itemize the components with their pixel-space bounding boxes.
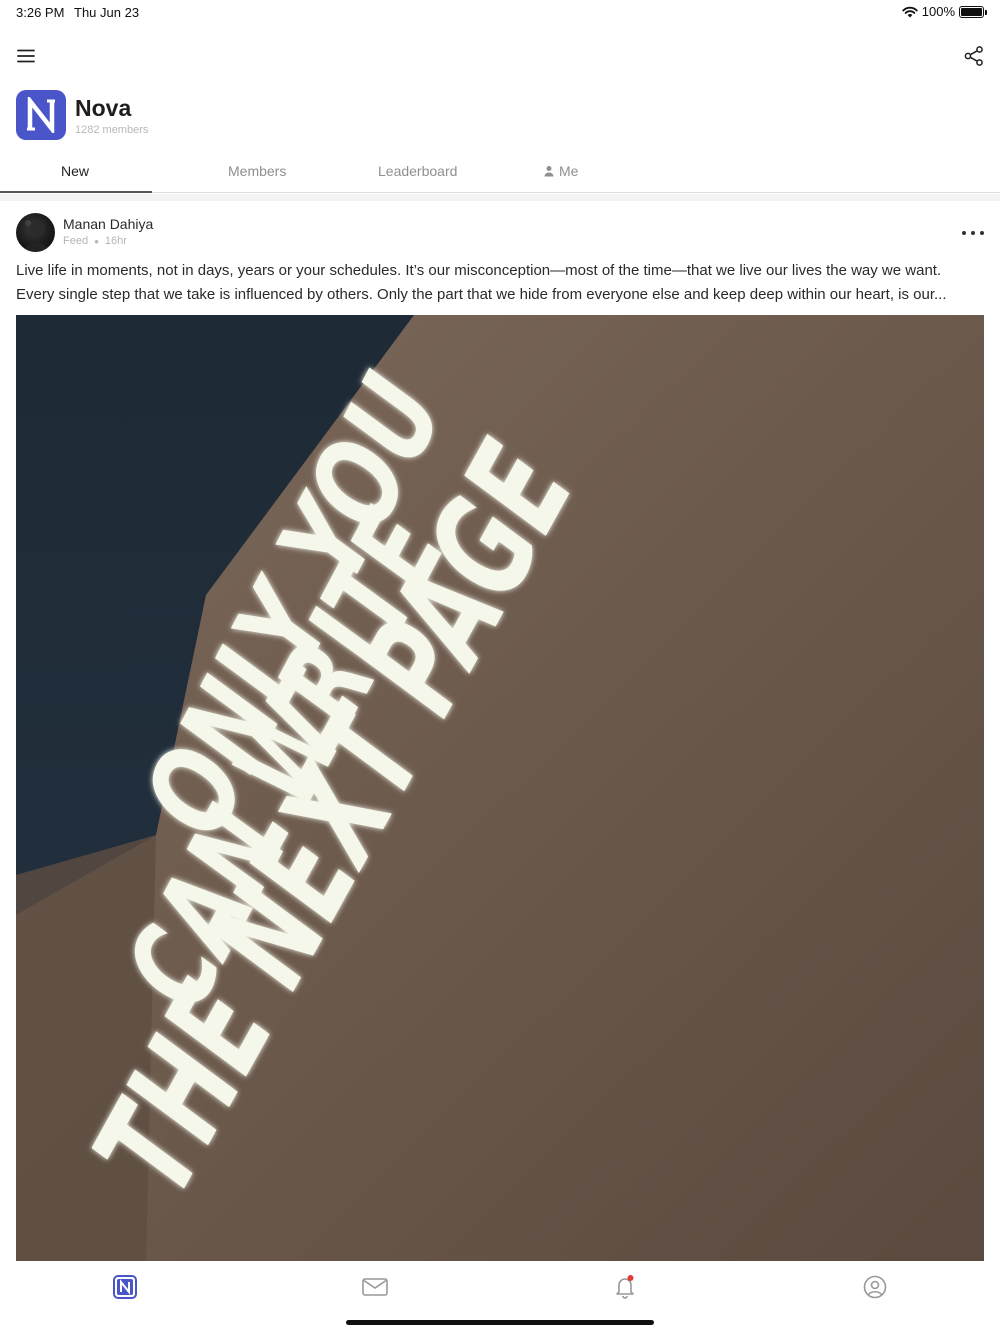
active-tab-indicator xyxy=(0,191,152,193)
status-time: 3:26 PM xyxy=(16,5,65,20)
tab-new[interactable]: New xyxy=(61,163,89,179)
battery-fill xyxy=(961,7,982,16)
nav-messages-button[interactable] xyxy=(362,1274,388,1300)
nav-notifications-button[interactable] xyxy=(612,1274,638,1300)
status-right: 100% xyxy=(902,4,987,19)
nova-logo-icon xyxy=(27,97,55,133)
avatar[interactable] xyxy=(16,213,55,252)
post-author-name[interactable]: Manan Dahiya xyxy=(63,216,153,232)
tab-me[interactable]: Me xyxy=(544,163,578,179)
post-image[interactable]: ONLY YOU CAN WRITE THE NEXT PAGE xyxy=(16,315,984,1261)
user-circle-icon xyxy=(863,1275,887,1299)
group-name: Nova xyxy=(75,95,132,121)
person-icon xyxy=(544,166,554,177)
nav-home-button[interactable] xyxy=(112,1274,138,1300)
hamburger-icon[interactable] xyxy=(14,44,38,68)
tab-leaderboard[interactable]: Leaderboard xyxy=(378,163,457,179)
tab-members[interactable]: Members xyxy=(228,163,286,179)
group-logo xyxy=(16,90,66,140)
post-body-line: Live life in moments, not in days, years… xyxy=(16,262,942,279)
notification-badge xyxy=(627,1275,634,1281)
mail-icon xyxy=(362,1278,388,1296)
bell-icon xyxy=(616,1275,634,1299)
meta-separator-dot: ● xyxy=(94,236,99,246)
post-body[interactable]: Live life in moments, not in days, years… xyxy=(16,259,986,307)
tab-me-label: Me xyxy=(559,163,579,179)
group-header: Nova 1282 members xyxy=(16,89,148,141)
battery-percent: 100% xyxy=(921,4,955,19)
post-time: 16hr xyxy=(104,235,127,247)
post-meta: Feed ● 16hr xyxy=(63,235,127,247)
nav-profile-button[interactable] xyxy=(862,1274,888,1300)
more-options-icon[interactable] xyxy=(962,225,984,241)
status-bar: 3:26 PM Thu Jun 23 100% xyxy=(0,0,1000,24)
post-body-line: Every single step that we take is influe… xyxy=(16,286,947,303)
group-tabs: New Members Leaderboard Me xyxy=(0,155,1000,193)
share-icon[interactable] xyxy=(962,44,986,68)
post-channel[interactable]: Feed xyxy=(63,235,88,247)
nova-logo-icon xyxy=(113,1275,137,1299)
group-member-count[interactable]: 1282 members xyxy=(75,124,148,136)
section-divider xyxy=(0,194,1000,201)
post-header: Manan Dahiya Feed ● 16hr xyxy=(16,213,986,253)
top-bar xyxy=(0,40,1000,74)
wifi-icon xyxy=(902,6,918,17)
status-date: Thu Jun 23 xyxy=(74,5,140,20)
battery-icon xyxy=(959,5,987,18)
bottom-navigation xyxy=(0,1262,1000,1316)
home-indicator[interactable] xyxy=(346,1320,654,1325)
